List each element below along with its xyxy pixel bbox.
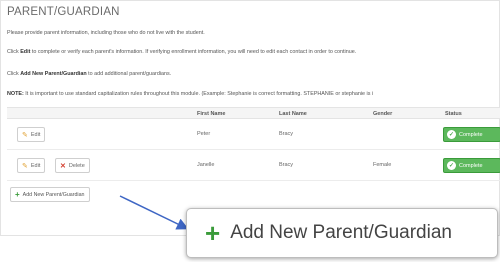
- add-parent-button-zoom[interactable]: + Add New Parent/Guardian: [186, 208, 498, 258]
- add-parent-button-zoom-label: Add New Parent/Guardian: [230, 222, 452, 243]
- plus-icon: +: [205, 218, 221, 248]
